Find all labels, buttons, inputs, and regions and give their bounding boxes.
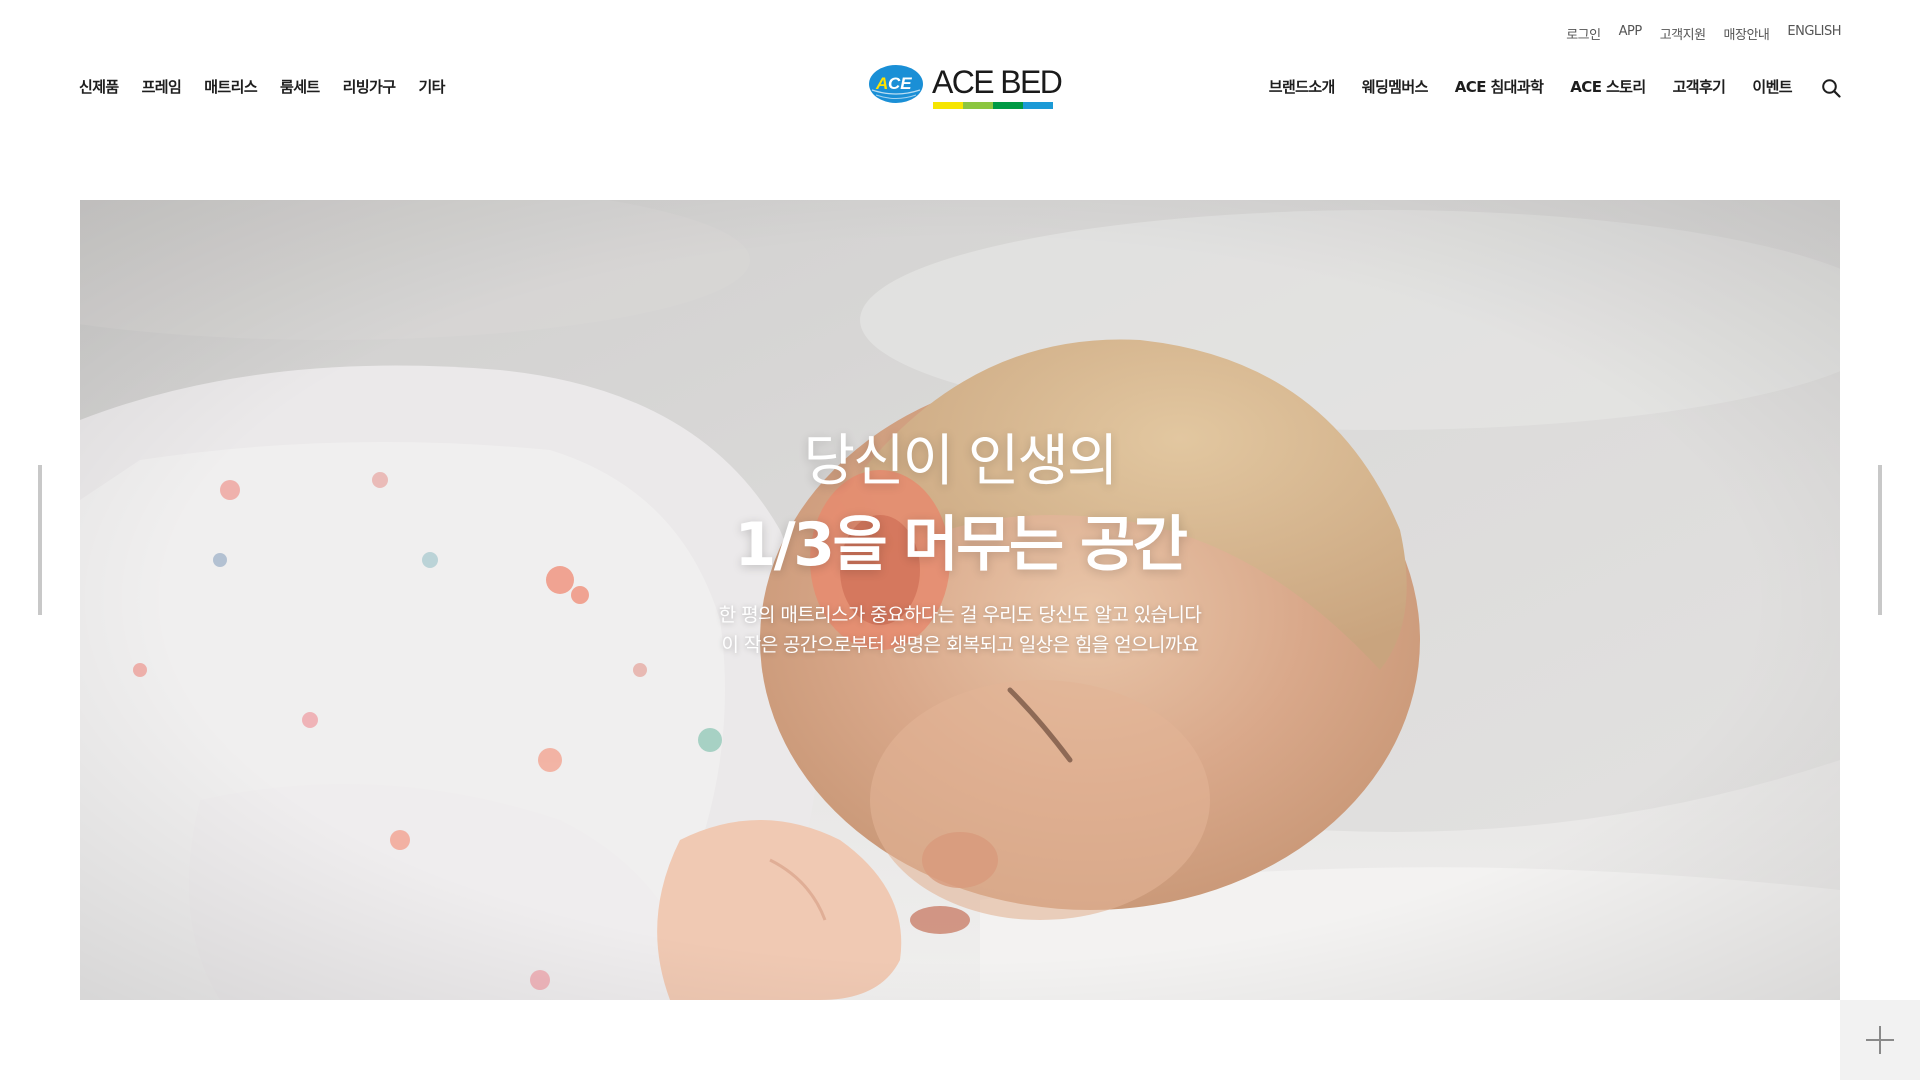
app-link[interactable]: APP [1619, 24, 1643, 43]
stripe-light-green [963, 102, 993, 109]
main-nav-products: 신제품 프레임 매트리스 룸세트 리빙가구 기타 [79, 76, 445, 97]
customer-support-link[interactable]: 고객지원 [1660, 24, 1706, 43]
logo-color-stripes [933, 102, 1053, 109]
page: 로그인 APP 고객지원 매장안내 ENGLISH 신제품 프레임 매트리스 룸… [0, 0, 1920, 1080]
svg-text:A: A [875, 74, 888, 93]
english-link[interactable]: ENGLISH [1787, 24, 1841, 43]
hero-description-line-1: 한 평의 매트리스가 중요하다는 걸 우리도 당신도 알고 있습니다 [718, 604, 1202, 626]
svg-text:CE: CE [888, 74, 912, 93]
nav-item-events[interactable]: 이벤트 [1752, 76, 1792, 97]
utility-nav: 로그인 APP 고객지원 매장안내 ENGLISH [1566, 24, 1841, 43]
hero-description-line-2: 이 작은 공간으로부터 생명은 회복되고 일상은 힘을 얻으니까요 [721, 634, 1200, 656]
nav-item-ace-story[interactable]: ACE 스토리 [1570, 76, 1646, 97]
login-link[interactable]: 로그인 [1566, 24, 1601, 43]
ace-globe-logo-icon: A CE [869, 65, 923, 103]
stripe-green [993, 102, 1023, 109]
nav-item-brand-intro[interactable]: 브랜드소개 [1269, 76, 1336, 97]
hero-description: 한 평의 매트리스가 중요하다는 걸 우리도 당신도 알고 있습니다 이 작은 … [80, 600, 1840, 660]
nav-item-mattress[interactable]: 매트리스 [204, 76, 257, 97]
nav-item-frame[interactable]: 프레임 [142, 76, 182, 97]
nav-item-etc[interactable]: 기타 [418, 76, 445, 97]
expand-button[interactable] [1840, 1000, 1920, 1080]
nav-item-reviews[interactable]: 고객후기 [1673, 76, 1726, 97]
search-icon[interactable] [1821, 78, 1841, 98]
slider-prev-handle[interactable] [38, 465, 42, 615]
nav-item-wedding-members[interactable]: 웨딩멤버스 [1362, 76, 1429, 97]
nav-item-new-products[interactable]: 신제품 [79, 76, 119, 97]
hero-title-line-1: 당신이 인생의 [803, 429, 1119, 494]
stripe-yellow [933, 102, 963, 109]
hero-title-line-2: 1/3을 머무는 공간 [734, 510, 1188, 580]
stripe-blue [1023, 102, 1053, 109]
logo-wordmark: ACE BED [932, 64, 1063, 100]
nav-item-living-furniture[interactable]: 리빙가구 [343, 76, 396, 97]
nav-item-bed-science[interactable]: ACE 침대과학 [1455, 76, 1544, 97]
plus-icon [1866, 1026, 1894, 1054]
store-locator-link[interactable]: 매장안내 [1724, 24, 1770, 43]
main-nav-brand: 브랜드소개 웨딩멤버스 ACE 침대과학 ACE 스토리 고객후기 이벤트 [1269, 76, 1793, 97]
hero-banner[interactable]: 당신이 인생의 1/3을 머무는 공간 한 평의 매트리스가 중요하다는 걸 우… [80, 200, 1840, 1000]
slider-next-handle[interactable] [1878, 465, 1882, 615]
ace-bed-logo[interactable]: A CE ACE BED [868, 62, 1063, 112]
nav-item-room-set[interactable]: 룸세트 [280, 76, 320, 97]
